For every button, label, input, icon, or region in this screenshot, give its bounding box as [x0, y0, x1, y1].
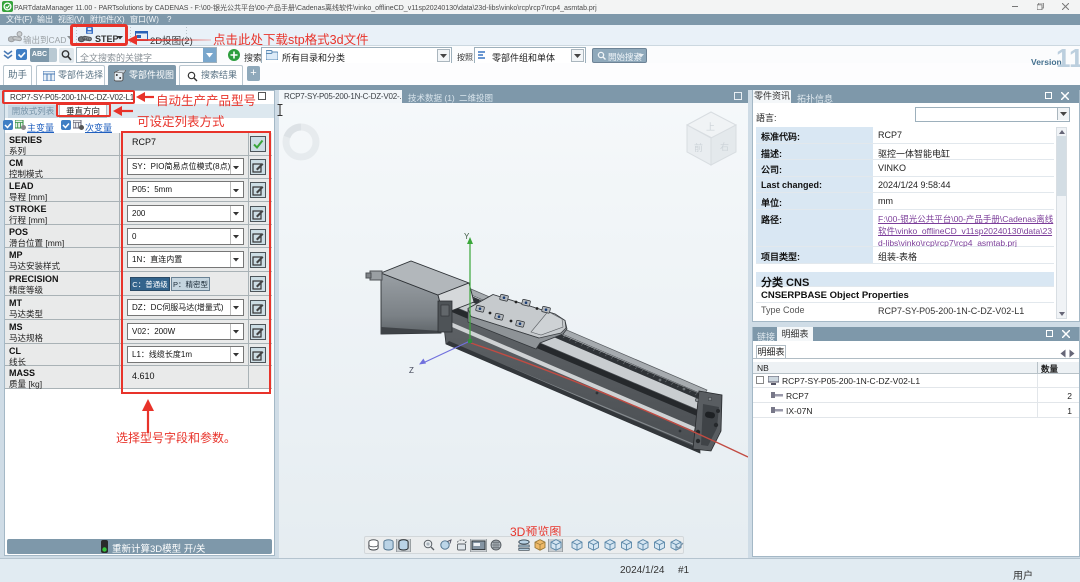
svg-text:前: 前: [694, 142, 703, 153]
svg-text:右: 右: [720, 141, 729, 152]
svg-text:上: 上: [706, 122, 715, 132]
svg-text:Y: Y: [464, 232, 470, 241]
svg-text:Z: Z: [409, 366, 414, 375]
